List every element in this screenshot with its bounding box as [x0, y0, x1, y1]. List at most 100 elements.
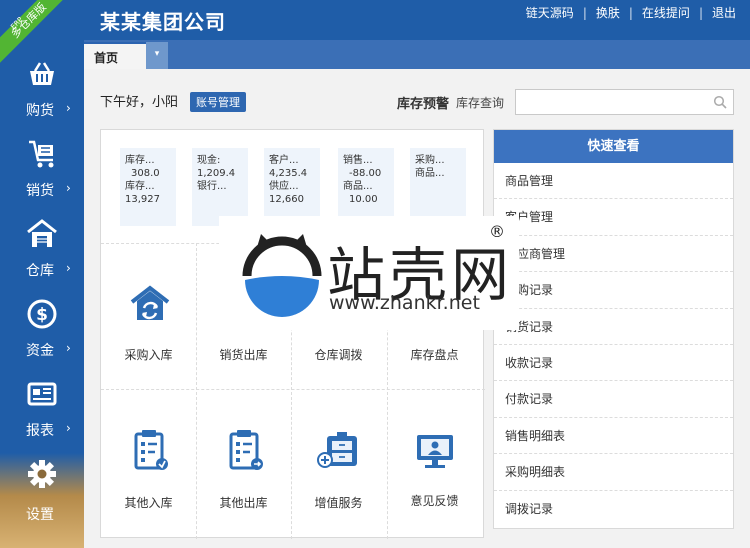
tile-value-added[interactable]: 增值服务: [291, 390, 386, 535]
tile-feedback[interactable]: 意见反馈: [387, 390, 482, 535]
tile-label: 销货出库: [219, 348, 268, 362]
stat-value: 4,235.4: [269, 168, 308, 179]
quick-item-products[interactable]: 商品管理: [494, 163, 733, 200]
tile-label: 其他出库: [219, 496, 268, 510]
stat-card-inventory[interactable]: 库存... 308.0 库存... 13,927: [120, 148, 176, 226]
sidebar-label: 销货: [26, 183, 54, 199]
sidebar-item-settings[interactable]: 设置: [0, 448, 84, 528]
stock-warning-link[interactable]: 库存预警: [397, 93, 449, 112]
tile-label: 采购入库: [124, 348, 173, 362]
sidebar-label: 报表: [26, 423, 54, 439]
quick-item-transfer-records[interactable]: 调拨记录: [494, 491, 733, 527]
stat-label: 销售...: [343, 155, 373, 166]
sidebar-item-warehouse[interactable]: 仓库 ›: [0, 208, 84, 288]
basket-icon: [30, 62, 54, 85]
svg-text:$: $: [36, 305, 48, 325]
stat-card-cash[interactable]: 现金: 1,209.4 银行...: [192, 148, 248, 226]
tile-label: 仓库调拨: [314, 348, 363, 362]
stat-label: 现金:: [197, 155, 221, 166]
sidebar-item-purchase[interactable]: 购货 ›: [0, 48, 84, 128]
chevron-right-icon: ›: [66, 421, 71, 435]
tile-label: 意见反馈: [410, 494, 459, 508]
sidebar-label: 资金: [26, 343, 54, 359]
quick-view-title: 快速查看: [494, 130, 733, 163]
warehouse-icon: [27, 219, 57, 247]
stat-card-sales[interactable]: 销售... -88.00 商品... 10.00: [338, 148, 394, 226]
sidebar-item-sales[interactable]: 销货 ›: [0, 128, 84, 208]
dollar-icon: $: [27, 299, 57, 329]
quick-item-suppliers[interactable]: 供应商管理: [494, 236, 733, 273]
stat-label: 客户...: [269, 155, 299, 166]
separator: |: [698, 5, 703, 20]
watermark-overlay: 站壳网 www.zhankr.net ®: [219, 216, 519, 330]
gear-icon: [28, 460, 56, 488]
stat-card-purchase[interactable]: 采购... 商品...: [410, 148, 466, 226]
chevron-right-icon: ›: [66, 261, 71, 275]
stat-label: 银行...: [197, 181, 227, 192]
stat-value: -88.00: [349, 168, 382, 179]
watermark-url: www.zhankr.net: [329, 292, 480, 314]
quick-item-sales-records[interactable]: 销货记录: [494, 309, 733, 345]
stat-card-customer[interactable]: 客户... 4,235.4 供应... 12,660: [264, 148, 320, 226]
tile-other-in[interactable]: 其他入库: [101, 390, 196, 535]
sidebar: 购货 › 销货 › 仓库 › $ 资金 › 报表 › 设置: [0, 40, 84, 548]
cart-icon: [29, 140, 54, 168]
sidebar-label: 仓库: [26, 263, 54, 279]
logout-link[interactable]: 退出: [712, 4, 736, 21]
stat-label: 商品...: [343, 181, 373, 192]
greeting-text: 下午好，小阳: [100, 95, 179, 110]
tile-label: 其他入库: [124, 496, 173, 510]
stat-label: 库存...: [125, 155, 155, 166]
sidebar-label: 购货: [26, 103, 54, 119]
quick-item-purchase-detail[interactable]: 采购明细表: [494, 454, 733, 491]
tile-other-out[interactable]: 其他出库: [196, 390, 291, 535]
ask-online-link[interactable]: 在线提问: [642, 4, 690, 21]
stat-label: 商品...: [415, 168, 445, 179]
quick-item-sales-detail[interactable]: 销售明细表: [494, 418, 733, 455]
tab-dropdown-button[interactable]: ▾: [146, 42, 168, 69]
tab-bar: 首页 ▾: [84, 40, 750, 69]
clipboard-in-icon: [134, 430, 168, 470]
report-icon: [27, 382, 57, 406]
separator: |: [582, 5, 587, 20]
chevron-right-icon: ›: [66, 181, 71, 195]
stat-value: 1,209.4: [197, 168, 236, 179]
top-links: 链天源码 | 换肤 | 在线提问 | 退出: [526, 4, 736, 21]
skin-link[interactable]: 换肤: [596, 4, 620, 21]
search-icon[interactable]: [713, 95, 727, 109]
cat-logo-icon: [242, 234, 322, 317]
top-bar: 某某集团公司 链天源码 | 换肤 | 在线提问 | 退出: [0, 0, 750, 40]
stat-value: 10.00: [349, 194, 378, 205]
tab-home[interactable]: 首页: [84, 42, 146, 69]
chevron-right-icon: ›: [66, 341, 71, 355]
stat-label: 供应...: [269, 181, 299, 192]
quick-item-receipts[interactable]: 收款记录: [494, 345, 733, 382]
sidebar-item-reports[interactable]: 报表 ›: [0, 368, 84, 448]
stat-label: 采购...: [415, 155, 445, 166]
house-recycle-icon: [130, 285, 170, 320]
sidebar-item-funds[interactable]: $ 资金 ›: [0, 288, 84, 368]
company-name: 某某集团公司: [100, 10, 226, 34]
source-link[interactable]: 链天源码: [526, 4, 574, 21]
tile-label: 库存盘点: [410, 348, 459, 362]
quick-item-purchase-records[interactable]: 采购记录: [494, 272, 733, 309]
monitor-user-icon: [417, 435, 453, 468]
dashboard-panel: 库存... 308.0 库存... 13,927 现金: 1,209.4 银行.…: [100, 129, 485, 539]
quick-view-panel: 快速查看 商品管理 客户管理 供应商管理 采购记录 销货记录 收款记录 付款记录…: [493, 129, 734, 529]
stat-label: 库存...: [125, 181, 155, 192]
quick-item-payments[interactable]: 付款记录: [494, 381, 733, 418]
account-manage-button[interactable]: 账号管理: [190, 92, 246, 112]
chevron-right-icon: ›: [66, 101, 71, 115]
stock-query-label: 库存查询: [456, 96, 505, 110]
tile-purchase-in[interactable]: 采购入库: [101, 244, 196, 389]
tile-label: 增值服务: [314, 496, 363, 510]
stat-value: 12,660: [269, 194, 304, 205]
stat-value: 308.0: [131, 168, 160, 179]
stock-search-box: [515, 89, 734, 115]
stock-search-input[interactable]: [516, 90, 706, 114]
cabinet-plus-icon: [317, 432, 357, 468]
clipboard-out-icon: [229, 430, 263, 470]
registered-mark: ®: [489, 222, 505, 241]
separator: |: [628, 5, 633, 20]
quick-item-customers[interactable]: 客户管理: [494, 199, 733, 236]
